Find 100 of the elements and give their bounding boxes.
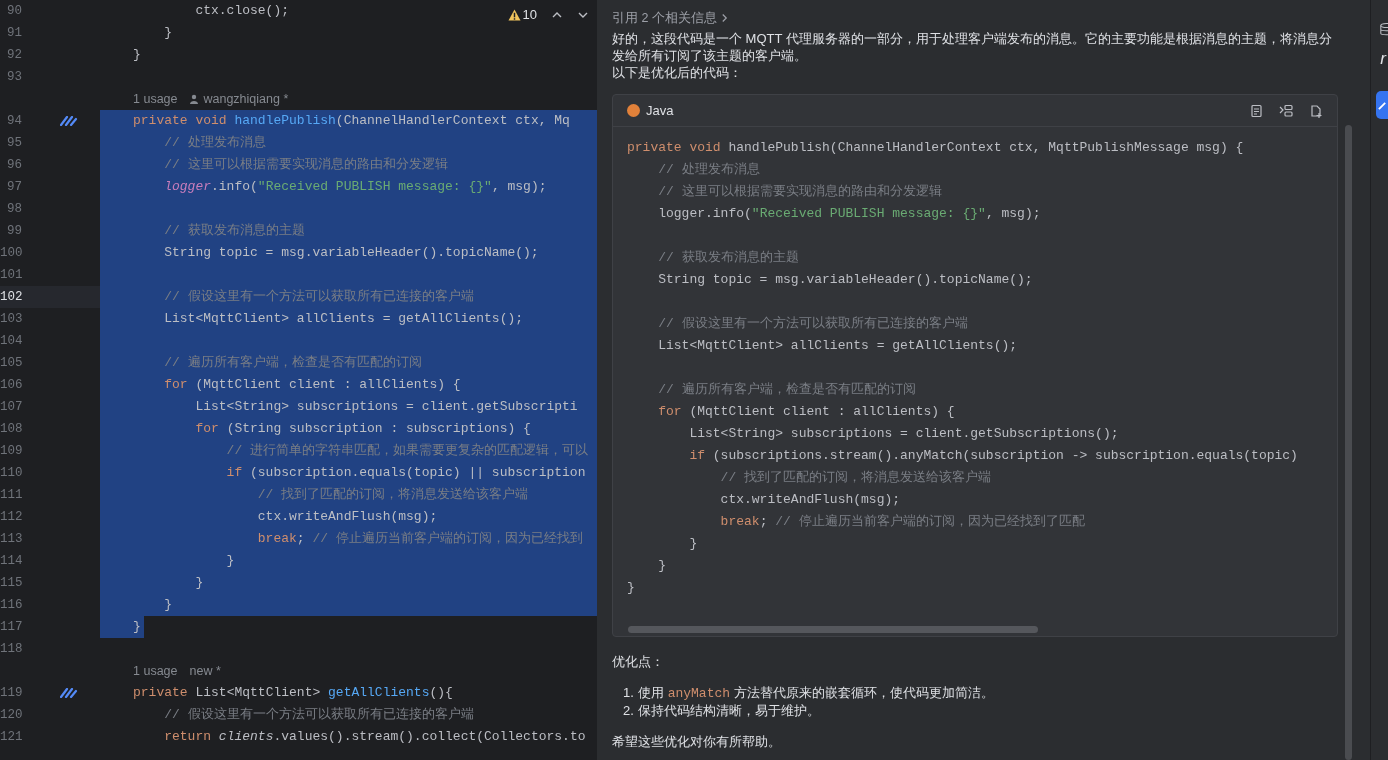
line-number: 100 bbox=[0, 245, 22, 262]
warning-count[interactable]: 10 bbox=[522, 5, 537, 25]
code-line: // 找到了匹配的订阅，将消息发送给该客户端 bbox=[719, 469, 992, 488]
line-number: 93 bbox=[6, 69, 22, 86]
references-link[interactable]: 引用 2 个相关信息 bbox=[612, 8, 717, 28]
line-number: 106 bbox=[0, 377, 22, 394]
code-line: } bbox=[657, 557, 666, 576]
code-line: ctx.close(); bbox=[194, 2, 290, 21]
code-line: ctx.writeAndFlush(msg); bbox=[256, 508, 438, 527]
code-line: // 处理发布消息 bbox=[163, 134, 266, 153]
line-number: 90 bbox=[6, 3, 22, 20]
line-number: 98 bbox=[6, 201, 22, 218]
message-paragraph: 好的，这段代码是一个 MQTT 代理服务器的一部分，用于处理客户端发布的消息。它的主要功能是根据消息的主题，将消息分发给所有订阅了该主题的客户端。 bbox=[612, 30, 1333, 64]
edit-tool-button[interactable] bbox=[1376, 91, 1388, 119]
insert-icon[interactable] bbox=[1279, 103, 1293, 118]
line-number: 116 bbox=[0, 597, 22, 614]
line-number: 110 bbox=[0, 465, 22, 482]
code-line: String topic = msg.variableHeader().topicName(); bbox=[657, 271, 1033, 290]
code-line: } bbox=[133, 618, 141, 637]
line-number: 114 bbox=[0, 553, 22, 570]
line-number: 99 bbox=[6, 223, 22, 240]
code-line: if (subscription.equals(topic) || subscription bbox=[225, 464, 586, 483]
line-number: 94 bbox=[6, 113, 22, 130]
implementation-icon[interactable] bbox=[60, 688, 78, 698]
line-number: 92 bbox=[6, 47, 22, 64]
code-line: } bbox=[163, 596, 172, 615]
code-line: List<String> subscriptions = client.getSubscriptions(); bbox=[688, 425, 1119, 444]
line-number: 103 bbox=[0, 311, 22, 328]
implementation-icon[interactable] bbox=[60, 116, 78, 126]
code-line: if (subscriptions.stream().anyMatch(subscription -> subscription.equals(topic) bbox=[688, 447, 1298, 466]
warning-icon[interactable] bbox=[507, 8, 521, 21]
code-line: // 获取发布消息的主题 bbox=[657, 249, 799, 268]
author-hint[interactable]: new * bbox=[189, 661, 221, 681]
scrollbar[interactable] bbox=[628, 626, 1038, 633]
code-line: private void handlePublish(ChannelHandlerContext ctx, Mq bbox=[133, 112, 570, 131]
code-line: logger.info("Received PUBLISH message: {}", msg); bbox=[163, 178, 547, 197]
code-line: // 遍历所有客户端，检查是否有匹配的订阅 bbox=[163, 354, 422, 373]
code-line: break; // 停止遍历当前客户端的订阅，因为已经找到了匹配 bbox=[719, 513, 1085, 532]
code-line: } bbox=[133, 46, 141, 65]
code-line: for (MqttClient client : allClients) { bbox=[163, 376, 461, 395]
database-icon[interactable] bbox=[1380, 22, 1388, 37]
code-line: // 处理发布消息 bbox=[657, 161, 760, 180]
language-label: Java bbox=[646, 101, 674, 120]
tool-window-label[interactable]: r bbox=[1380, 49, 1388, 69]
line-number: 112 bbox=[0, 509, 22, 526]
code-line: for (String subscription : subscriptions) { bbox=[194, 420, 531, 439]
code-line: private List<MqttClient> getAllClients(){ bbox=[133, 684, 453, 703]
code-line: logger.info("Received PUBLISH message: {}", msg); bbox=[657, 205, 1041, 224]
code-line: // 这里可以根据需要实现消息的路由和分发逻辑 bbox=[163, 156, 448, 175]
scrollbar[interactable] bbox=[1345, 125, 1352, 760]
line-number: 95 bbox=[6, 135, 22, 152]
code-line: List<MqttClient> allClients = getAllClients(); bbox=[163, 310, 524, 329]
usage-hint[interactable]: 1 usage bbox=[133, 661, 178, 681]
line-number: 104 bbox=[0, 333, 22, 350]
chevron-right-icon[interactable] bbox=[720, 13, 728, 23]
line-number: 97 bbox=[6, 179, 22, 196]
code-line: return clients.values().stream().collect(Collectors.to bbox=[163, 728, 586, 747]
message-paragraph: 以下是优化后的代码： bbox=[612, 64, 743, 81]
line-number: 117 bbox=[0, 619, 22, 636]
code-line: List<String> subscriptions = client.getSubscripti bbox=[194, 398, 578, 417]
code-line: } bbox=[163, 24, 172, 43]
section-heading: 优化点： bbox=[612, 653, 665, 670]
code-line: break; // 停止遍历当前客户端的订阅，因为已经找到 bbox=[256, 530, 583, 549]
code-line: private void handlePublish(ChannelHandlerContext ctx, MqttPublishMessage msg) { bbox=[627, 139, 1244, 158]
line-number: 108 bbox=[0, 421, 22, 438]
code-line: } bbox=[225, 552, 235, 571]
line-number: 111 bbox=[0, 487, 22, 504]
author-hint[interactable]: wangzhiqiang * bbox=[203, 89, 289, 109]
code-line: for (MqttClient client : allClients) { bbox=[657, 403, 955, 422]
copy-icon[interactable] bbox=[1249, 103, 1263, 118]
new-file-icon[interactable] bbox=[1309, 103, 1323, 118]
code-line: } bbox=[627, 579, 635, 598]
line-number: 115 bbox=[0, 575, 22, 592]
code-line: // 获取发布消息的主题 bbox=[163, 222, 305, 241]
pencil-icon bbox=[1378, 100, 1387, 110]
line-number: 120 bbox=[0, 707, 22, 724]
line-number: 118 bbox=[0, 641, 22, 658]
line-number: 105 bbox=[0, 355, 22, 372]
line-number: 102 bbox=[0, 286, 22, 308]
code-line: // 遍历所有客户端，检查是否有匹配的订阅 bbox=[657, 381, 916, 400]
line-number: 101 bbox=[0, 267, 22, 284]
list-number: 2. bbox=[623, 702, 635, 719]
line-number: 109 bbox=[0, 443, 22, 460]
code-line: String topic = msg.variableHeader().topicName(); bbox=[163, 244, 539, 263]
usage-hint[interactable]: 1 usage bbox=[133, 89, 178, 109]
line-number: 121 bbox=[0, 729, 22, 746]
code-line: } bbox=[688, 535, 698, 554]
list-item-text: 使用 anyMatch 方法替代原来的嵌套循环，使代码更加简洁。 bbox=[638, 684, 994, 702]
line-number: 96 bbox=[6, 157, 22, 174]
line-number: 91 bbox=[6, 25, 22, 42]
code-line: // 进行简单的字符串匹配，如果需要更复杂的匹配逻辑，可以 bbox=[225, 442, 589, 461]
list-item-text: 保持代码结构清晰，易于维护。 bbox=[638, 702, 820, 719]
code-line: // 这里可以根据需要实现消息的路由和分发逻辑 bbox=[657, 183, 942, 202]
code-line: } bbox=[194, 574, 204, 593]
list-number: 1. bbox=[623, 684, 635, 702]
message-paragraph: 希望这些优化对你有所帮助。 bbox=[612, 733, 782, 750]
line-number: 107 bbox=[0, 399, 22, 416]
code-line: // 找到了匹配的订阅，将消息发送给该客户端 bbox=[256, 486, 529, 505]
java-icon bbox=[627, 104, 640, 117]
line-number: 113 bbox=[0, 531, 22, 548]
